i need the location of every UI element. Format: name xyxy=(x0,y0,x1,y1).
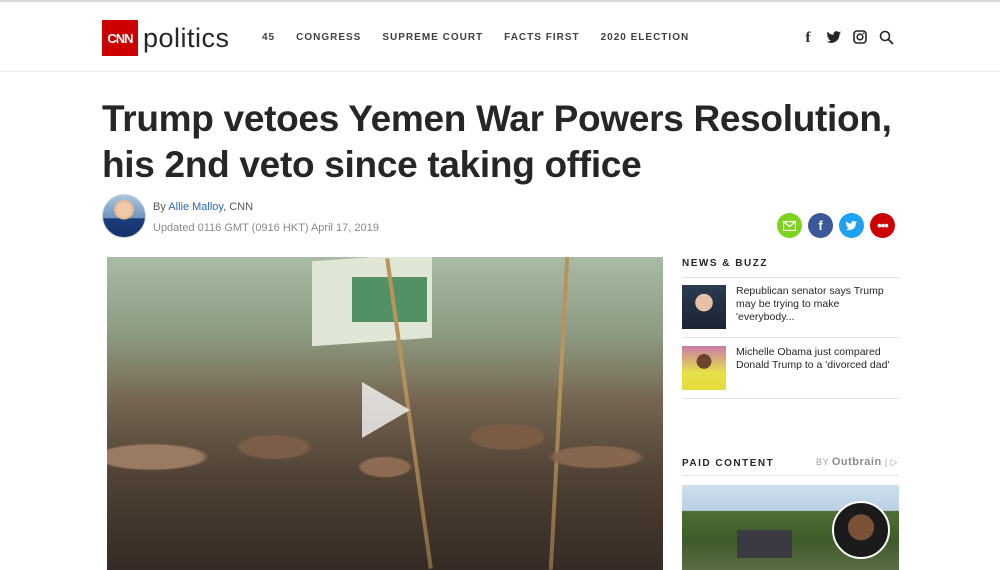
politics-brand[interactable]: politics xyxy=(143,23,230,54)
author-avatar[interactable] xyxy=(102,194,146,238)
cnn-politics-logo[interactable]: CNN politics xyxy=(102,20,230,56)
updated-timestamp: Updated 0116 GMT (0916 HKT) April 17, 20… xyxy=(153,222,379,234)
news-buzz-title: NEWS & BUZZ xyxy=(682,258,768,269)
paid-content-title: PAID CONTENT xyxy=(682,458,775,469)
byline-by: By xyxy=(153,201,166,213)
nav-item-facts-first[interactable]: FACTS FIRST xyxy=(504,32,579,43)
more-icon[interactable]: ••• xyxy=(870,213,895,238)
section-nav: 45 CONGRESS SUPREME COURT FACTS FIRST 20… xyxy=(262,32,710,43)
news-item[interactable]: Michelle Obama just compared Donald Trum… xyxy=(682,346,899,390)
headline-line-2: his 2nd veto since taking office xyxy=(102,144,642,185)
sidebar-divider xyxy=(682,337,899,338)
header-social: f xyxy=(800,30,894,46)
site-header: CNN politics 45 CONGRESS SUPREME COURT F… xyxy=(0,2,1000,72)
search-icon[interactable] xyxy=(878,30,894,46)
paid-image-house xyxy=(737,530,792,558)
nav-item-2020-election[interactable]: 2020 ELECTION xyxy=(601,32,690,43)
facebook-icon[interactable]: f xyxy=(808,213,833,238)
outbrain-by: BY xyxy=(816,457,829,467)
sidebar-divider xyxy=(682,475,899,476)
twitter-icon[interactable] xyxy=(826,30,842,46)
nav-item-45[interactable]: 45 xyxy=(262,32,275,43)
instagram-icon[interactable] xyxy=(852,30,868,46)
news-thumbnail[interactable] xyxy=(682,346,726,390)
email-icon[interactable] xyxy=(777,213,802,238)
news-item[interactable]: Republican senator says Trump may be try… xyxy=(682,285,899,329)
facebook-icon[interactable]: f xyxy=(800,30,816,46)
nav-item-congress[interactable]: CONGRESS xyxy=(296,32,361,43)
paid-content-image[interactable] xyxy=(682,485,899,570)
sidebar-divider xyxy=(682,398,899,399)
headline-line-1: Trump vetoes Yemen War Powers Resolution… xyxy=(102,98,892,139)
share-bar: f ••• xyxy=(777,213,895,238)
byline: By Allie Malloy, CNN xyxy=(153,201,253,213)
news-thumbnail[interactable] xyxy=(682,285,726,329)
news-item-text[interactable]: Michelle Obama just compared Donald Trum… xyxy=(736,346,899,390)
byline-outlet: , CNN xyxy=(223,201,254,213)
news-item-text[interactable]: Republican senator says Trump may be try… xyxy=(736,285,899,329)
article-headline: Trump vetoes Yemen War Powers Resolution… xyxy=(102,96,902,188)
cnn-logo-box[interactable]: CNN xyxy=(102,20,138,56)
outbrain-mark[interactable]: | ▷ xyxy=(885,457,898,467)
play-icon[interactable] xyxy=(362,382,410,438)
author-link[interactable]: Allie Malloy xyxy=(168,201,223,213)
nav-item-supreme-court[interactable]: SUPREME COURT xyxy=(382,32,483,43)
paid-image-portrait xyxy=(832,501,890,559)
twitter-icon[interactable] xyxy=(839,213,864,238)
sidebar-divider xyxy=(682,277,899,278)
video-player[interactable] xyxy=(107,257,663,570)
outbrain-logo[interactable]: Outbrain xyxy=(832,456,882,468)
outbrain-badge[interactable]: BY Outbrain | ▷ xyxy=(816,456,898,468)
